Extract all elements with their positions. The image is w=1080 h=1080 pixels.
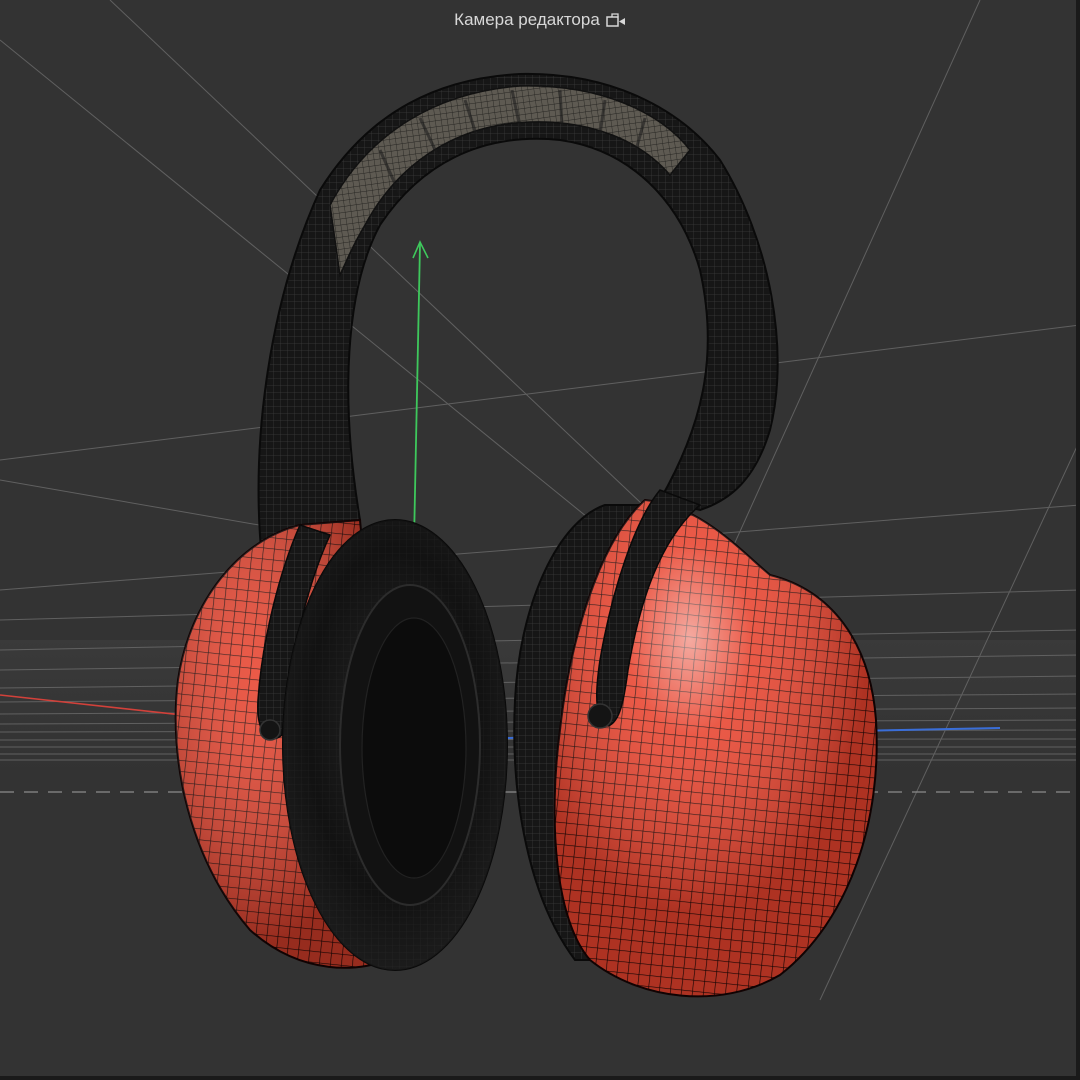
3d-viewport[interactable]: Камера редактора xyxy=(0,0,1080,1080)
scene-canvas[interactable] xyxy=(0,0,1080,1080)
viewport-edge-bottom xyxy=(0,1076,1080,1080)
headband-frame xyxy=(257,72,779,562)
viewport-edge-right xyxy=(1076,0,1080,1080)
headphones-model[interactable] xyxy=(174,72,878,998)
camera-icon[interactable] xyxy=(606,12,626,28)
headband-pad xyxy=(329,85,691,278)
left-yoke-pivot xyxy=(259,719,281,741)
camera-label-text[interactable]: Камера редактора xyxy=(454,10,600,30)
camera-label[interactable]: Камера редактора xyxy=(0,10,1080,30)
right-yoke-pivot xyxy=(587,703,613,729)
